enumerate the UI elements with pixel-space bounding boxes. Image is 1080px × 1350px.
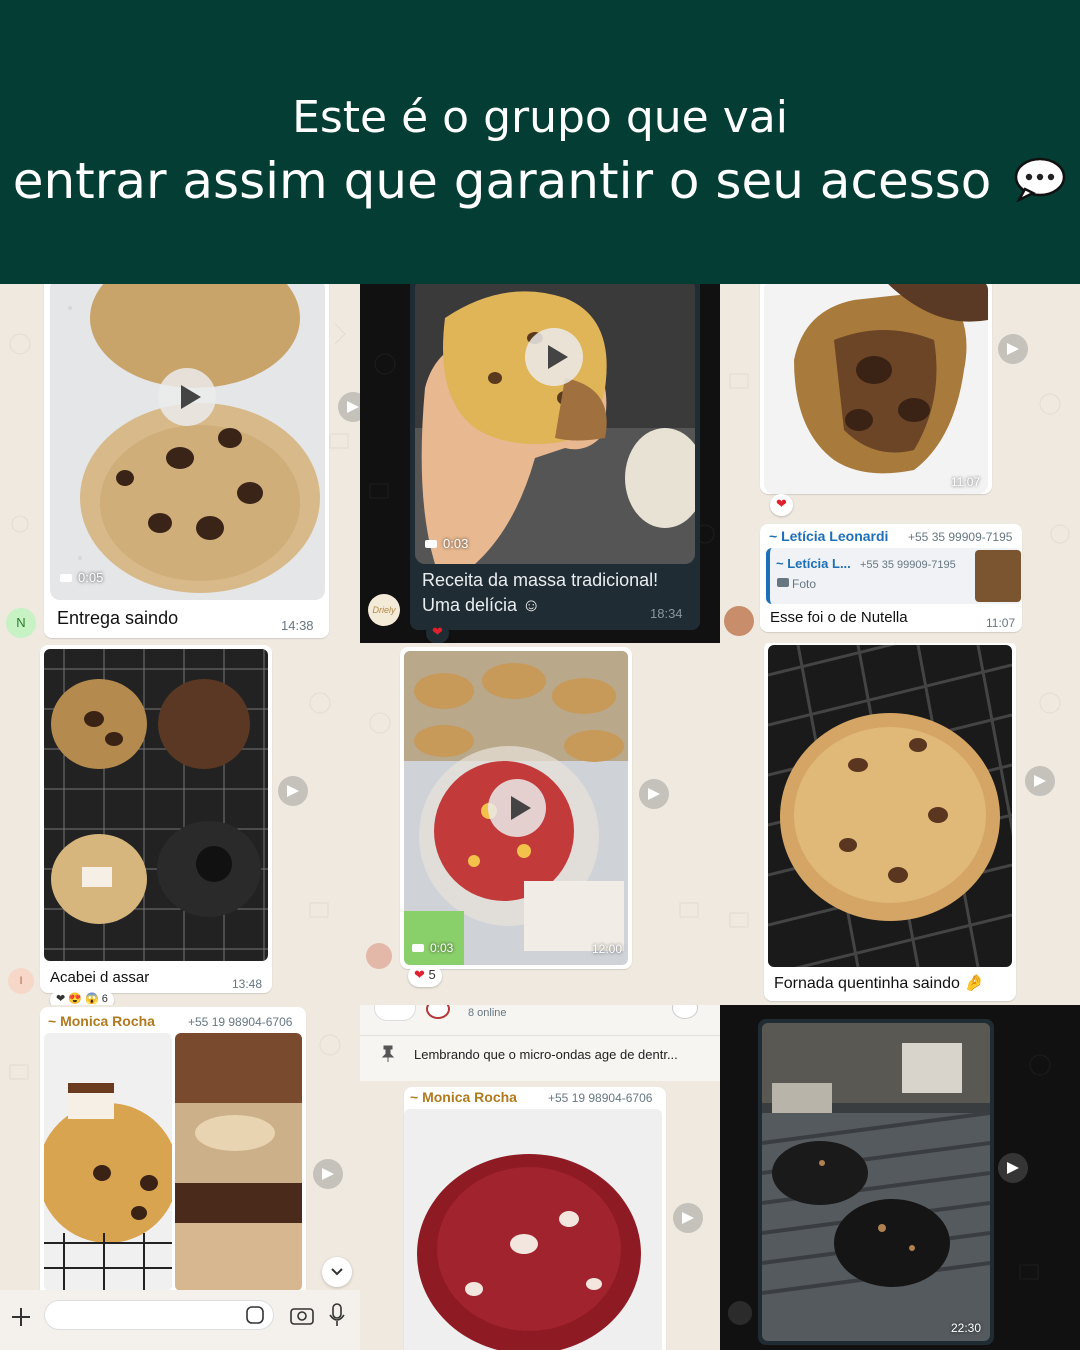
speech-bubble-icon [1015, 157, 1066, 202]
quoted-type: Foto [792, 577, 817, 591]
chat-panel-8: 8 online Lembrando que o micro-ondas age… [360, 1005, 720, 1350]
chat-panel-5: 0:03 12:00 ❤ 5 [360, 643, 720, 1005]
video-thumbnail[interactable]: 0:03 [415, 284, 695, 564]
forward-icon[interactable] [998, 334, 1028, 364]
forward-icon[interactable] [673, 1203, 703, 1233]
video-thumbnail[interactable]: 0:05 [50, 284, 325, 600]
chat-panel-1: 0:05 Entrega saindo 14:38 N [0, 284, 360, 643]
cookies-on-rack-photo [44, 649, 268, 961]
header-banner: Este é o grupo que vai entrar assim que … [0, 0, 1080, 284]
plus-icon[interactable] [10, 1306, 32, 1328]
message-time: 11:07 [986, 616, 1016, 630]
reaction-count: 5 [428, 967, 436, 982]
sender-name[interactable]: ~ Monica Rocha [48, 1013, 155, 1029]
image-time: 22:30 [951, 1321, 982, 1335]
play-button[interactable] [525, 328, 583, 386]
message-input[interactable] [44, 1300, 274, 1330]
red-velvet-cookie-photo [404, 1109, 662, 1350]
reaction-badge[interactable]: ❤ 5 [408, 965, 442, 987]
forward-icon[interactable] [278, 776, 308, 806]
kinder-cookie-photo [44, 1033, 172, 1291]
forward-icon[interactable] [1025, 766, 1055, 796]
camera-icon[interactable] [290, 1305, 314, 1325]
sender-name[interactable]: ~ Letícia Leonardi [769, 528, 888, 544]
sender-phone: +55 19 98904-6706 [548, 1091, 653, 1105]
chat-panel-4: Acabei d assar 13:48 I ❤ 😍 😱 6 [0, 643, 360, 1005]
message-caption: Entrega saindo [57, 608, 179, 628]
video-duration: 0:03 [412, 941, 453, 955]
back-button[interactable] [374, 1005, 416, 1021]
cookie-video-frame [50, 284, 325, 600]
online-count: 8 online [468, 1007, 507, 1019]
chat-panel-9: 22:30 [720, 1005, 1080, 1350]
image-thumbnail[interactable] [404, 1109, 662, 1350]
forward-icon[interactable] [998, 1153, 1028, 1183]
video-time: 12:00 [592, 942, 623, 956]
avatar[interactable]: I [8, 968, 34, 994]
headline-line-2-text: entrar assim que garantir o seu acesso [12, 152, 992, 210]
reaction-badge[interactable]: ❤ [770, 494, 793, 516]
avatar[interactable] [724, 606, 754, 636]
quoted-sender: ~ Letícia L... [776, 556, 851, 571]
message-caption: Acabei d assar [50, 969, 150, 986]
caption-line-1: Receita da massa tradicional! [422, 570, 659, 590]
video-duration: 0:05 [60, 570, 103, 585]
reaction-badge[interactable]: ❤ [426, 622, 449, 643]
quoted-phone: +55 35 99909-7195 [860, 559, 956, 571]
cookie-video-frame [415, 284, 695, 564]
reaction-badge[interactable]: ❤ 😍 😱 6 [50, 991, 114, 1005]
screenshot-collage: 0:05 Entrega saindo 14:38 N 0:03 Receita… [0, 284, 1080, 1350]
image-thumbnail[interactable]: 22:30 [762, 1023, 990, 1341]
sticker-icon[interactable] [246, 1306, 264, 1324]
headline-line-2: entrar assim que garantir o seu acesso [0, 152, 1080, 210]
chevron-down-icon [331, 1268, 343, 1276]
video-duration: 0:03 [425, 536, 468, 551]
chat-panel-6: Fornada quentinha saindo 🤌 [720, 643, 1080, 1005]
sender-phone: +55 19 98904-6706 [188, 1015, 293, 1029]
avatar[interactable] [366, 943, 392, 969]
image-time: 11:07 [951, 475, 981, 489]
sender-name[interactable]: ~ Monica Rocha [410, 1089, 517, 1105]
chat-panel-2: 0:03 Receita da massa tradicional! Uma d… [360, 284, 720, 643]
heart-reaction: ❤ [414, 967, 425, 982]
image-thumbnail[interactable]: 11:07 [764, 284, 988, 494]
forward-icon[interactable] [338, 392, 360, 422]
sender-phone: +55 35 99909-7195 [908, 530, 1013, 544]
message-composer [0, 1290, 360, 1350]
microphone-icon[interactable] [329, 1303, 345, 1327]
stuffed-cookie-photo [175, 1033, 302, 1291]
pinned-text: Lembrando que o micro-ondas age de dentr… [414, 1047, 678, 1062]
scroll-down-button[interactable] [322, 1257, 352, 1287]
black-cookies-on-grill-photo [762, 1023, 990, 1341]
forward-icon[interactable] [639, 779, 669, 809]
message-caption: Fornada quentinha saindo 🤌 [774, 975, 985, 992]
avatar[interactable]: N [6, 608, 36, 638]
forward-icon[interactable] [313, 1159, 343, 1189]
play-button[interactable] [488, 779, 546, 837]
video-thumbnail[interactable]: 0:03 12:00 [404, 651, 628, 965]
nutella-cookie-photo [764, 284, 988, 494]
play-button[interactable] [158, 368, 216, 426]
caption-line-2: Uma delícia ☺ [422, 595, 541, 615]
message-time: 14:38 [281, 618, 314, 633]
message-time: 18:34 [650, 606, 683, 621]
headline-line-1: Este é o grupo que vai [292, 92, 788, 143]
image-thumbnail[interactable] [768, 645, 1012, 967]
album-image-2[interactable] [175, 1033, 302, 1291]
quoted-thumbnail [975, 550, 1021, 602]
chat-panel-7: ~ Monica Rocha +55 19 98904-6706 [0, 1005, 360, 1350]
avatar[interactable]: Driely [368, 594, 400, 626]
cookie-closeup-photo [768, 645, 1012, 967]
message-caption: Esse foi o de Nutella [770, 609, 908, 626]
album-image-1[interactable] [44, 1033, 172, 1291]
avatar[interactable] [728, 1301, 752, 1325]
camera-icon [777, 578, 789, 587]
chat-panel-3: 11:07 ❤ ~ Letícia Leonardi +55 35 99909-… [720, 284, 1080, 643]
pin-icon [381, 1045, 395, 1062]
image-thumbnail[interactable] [44, 649, 268, 961]
message-time: 13:48 [232, 977, 263, 991]
